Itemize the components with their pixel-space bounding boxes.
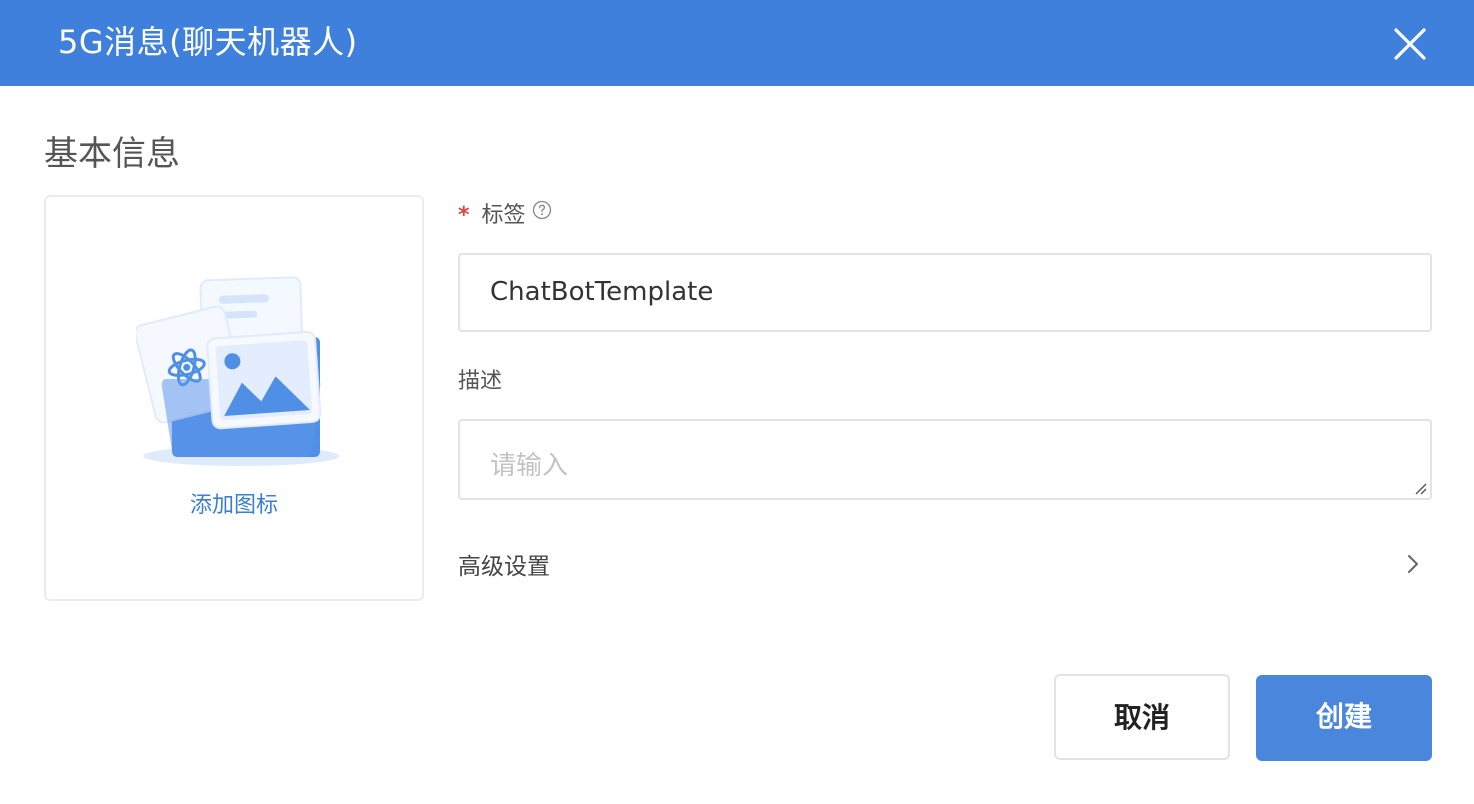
add-icon-card[interactable]: 添加图标: [44, 195, 424, 601]
resize-handle-icon[interactable]: [1413, 481, 1427, 495]
create-button[interactable]: 创建: [1256, 675, 1432, 761]
description-field-label: 描述: [458, 369, 503, 394]
section-title: 基本信息: [44, 134, 180, 174]
advanced-settings-label: 高级设置: [458, 554, 550, 580]
description-placeholder: 请输入: [490, 451, 569, 481]
chatbot-dialog: 5G消息(聊天机器人) 基本信息 添加图标 * 标签 ChatBotTempla…: [0, 0, 1474, 804]
add-icon-link[interactable]: 添加图标: [46, 487, 422, 519]
question-circle-icon[interactable]: [532, 198, 552, 230]
label-field-label: * 标签: [458, 200, 552, 232]
image-folder-icon: [136, 276, 339, 466]
cancel-button[interactable]: 取消: [1054, 674, 1230, 760]
label-field-text: 标签: [481, 203, 526, 228]
chevron-right-icon: [1408, 555, 1418, 573]
dialog-title: 5G消息(聊天机器人): [58, 23, 358, 61]
dialog-header: 5G消息(聊天机器人): [0, 0, 1474, 86]
close-button[interactable]: [1386, 20, 1434, 68]
label-input-value: ChatBotTemplate: [490, 277, 714, 307]
advanced-settings-row[interactable]: 高级设置: [458, 545, 1432, 585]
close-icon: [1394, 28, 1426, 60]
label-input[interactable]: ChatBotTemplate: [458, 253, 1432, 332]
description-textarea[interactable]: 请输入: [458, 419, 1432, 500]
required-mark: *: [458, 203, 470, 228]
